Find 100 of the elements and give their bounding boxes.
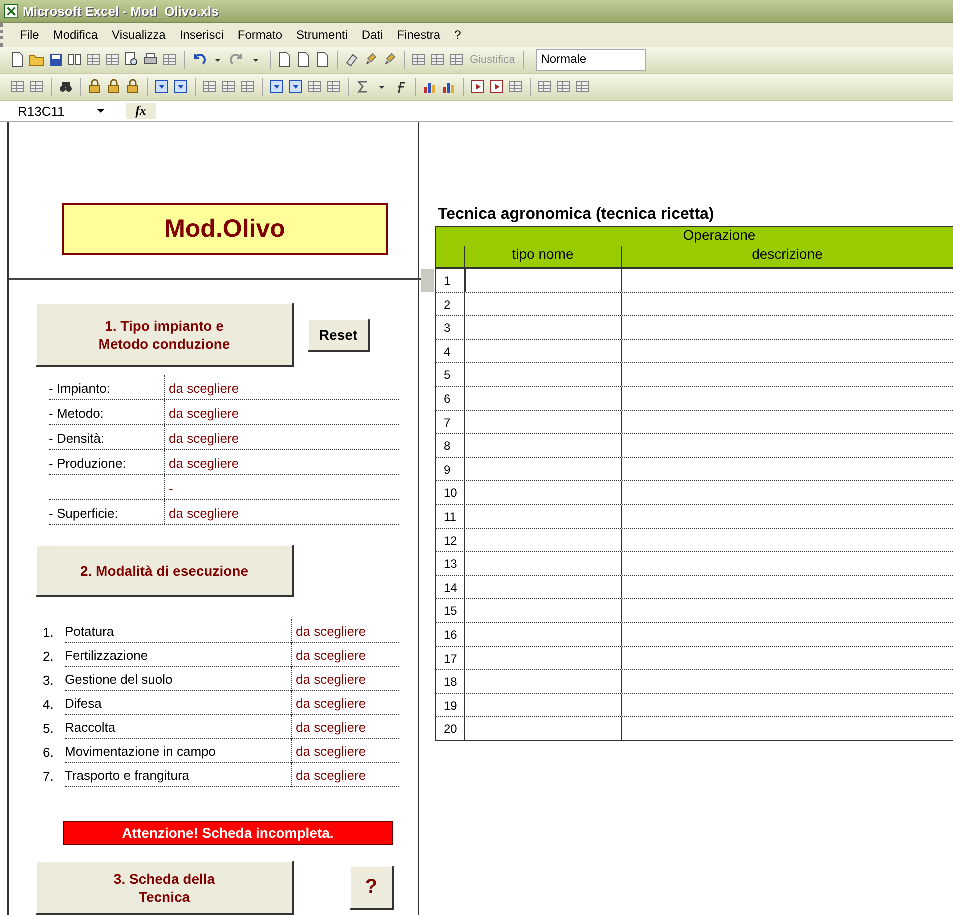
grid-icon[interactable] — [326, 79, 342, 95]
spreadsheet-icon — [4, 4, 19, 18]
table-title: Tecnica agronomica (tecnica ricetta) — [437, 206, 716, 225]
binoculars-icon[interactable] — [58, 79, 74, 95]
menu-item[interactable]: Modifica — [46, 28, 106, 42]
window-title: Microsoft Excel - Mod_Olivo.xls — [23, 4, 219, 18]
field-value[interactable]: da scegliere — [164, 450, 399, 474]
menu-item[interactable]: Strumenti — [290, 28, 355, 42]
grid-icon[interactable] — [556, 79, 572, 95]
padlock-icon[interactable] — [87, 79, 103, 95]
field-value[interactable]: da scegliere — [291, 739, 399, 763]
section-button[interactable]: 3. Scheda della Tecnica — [36, 861, 294, 915]
eraser-icon[interactable] — [344, 52, 360, 68]
play-icon[interactable] — [489, 79, 505, 95]
field-value[interactable]: - — [164, 475, 399, 499]
row-number: 17 — [443, 650, 458, 668]
row-number: 18 — [443, 674, 458, 692]
field-value[interactable]: da scegliere — [291, 667, 399, 691]
grid-icon[interactable] — [449, 52, 465, 68]
field-label: - Metodo: — [49, 406, 105, 423]
field-label: - Superficie: — [49, 506, 120, 523]
warning-banner: Attenzione! Scheda incompleta. — [63, 821, 393, 845]
document-icon[interactable] — [10, 52, 26, 68]
menu-item[interactable]: Dati — [354, 28, 390, 42]
field-value[interactable]: da scegliere — [164, 425, 399, 449]
field-value[interactable]: da scegliere — [164, 500, 399, 524]
field-value[interactable]: da scegliere — [164, 400, 399, 424]
field-label: Raccolta — [65, 720, 291, 739]
menu-item[interactable]: Inserisci — [172, 28, 231, 42]
row-number: 19 — [443, 698, 458, 715]
field-value[interactable]: da scegliere — [164, 375, 399, 399]
section-button[interactable]: 1. Tipo impianto e Metodo conduzione — [36, 303, 294, 367]
caret-icon[interactable] — [96, 106, 106, 116]
menu-item[interactable]: Formato — [230, 28, 290, 42]
item-number: 2. — [43, 649, 55, 666]
field-label: Movimentazione in campo — [65, 744, 291, 763]
field-label: - Impianto: — [49, 381, 112, 398]
document-icon[interactable] — [315, 52, 331, 68]
column-header: tipo nome — [464, 246, 621, 267]
field-value[interactable]: da scegliere — [291, 643, 399, 667]
grid-icon[interactable] — [202, 79, 218, 95]
row-number: 4 — [443, 344, 452, 361]
document-icon[interactable] — [296, 52, 312, 68]
padlock-icon[interactable] — [125, 79, 141, 95]
function-symbol[interactable]: fx — [126, 103, 156, 119]
field-label: Difesa — [65, 696, 291, 715]
field-value[interactable]: da scegliere — [291, 763, 399, 787]
field-value[interactable]: da scegliere — [291, 691, 399, 715]
row-number: 6 — [443, 390, 452, 408]
item-number: 3. — [43, 673, 55, 690]
padlock-icon[interactable] — [106, 79, 122, 95]
row-number: 9 — [443, 462, 452, 479]
grid-icon[interactable] — [575, 79, 591, 95]
field-label: Potatura — [65, 624, 291, 643]
grid-icon[interactable] — [411, 52, 427, 68]
play-icon[interactable] — [470, 79, 486, 95]
menu-item[interactable]: Finestra — [390, 28, 448, 42]
item-number: 1. — [43, 625, 55, 642]
menu-item[interactable]: ? — [448, 28, 468, 42]
document-icon[interactable] — [277, 52, 293, 68]
row-number: 12 — [443, 532, 458, 550]
row-number: 2 — [443, 296, 452, 314]
row-number: 1 — [443, 273, 452, 290]
grid-icon[interactable] — [537, 79, 553, 95]
field-value[interactable]: da scegliere — [291, 715, 399, 739]
row-number: 14 — [443, 580, 458, 597]
brush-icon[interactable] — [382, 52, 398, 68]
grid-icon[interactable] — [508, 79, 524, 95]
column-header: descrizione — [621, 246, 953, 267]
reset-button[interactable]: Reset — [308, 318, 370, 352]
brush-icon[interactable] — [363, 52, 379, 68]
grid-icon[interactable] — [86, 52, 102, 68]
field-value[interactable]: da scegliere — [291, 619, 399, 643]
magnifier-icon[interactable] — [124, 52, 140, 68]
row-number: 8 — [443, 438, 452, 456]
grid-icon[interactable] — [162, 52, 178, 68]
field-label: Gestione del suolo — [65, 672, 291, 691]
item-number: 6. — [43, 745, 55, 762]
section-button[interactable]: 2. Modalità di esecuzione — [36, 545, 294, 597]
style-dropdown[interactable]: Normale — [536, 49, 646, 71]
grid-icon[interactable] — [307, 79, 323, 95]
grid-icon[interactable] — [221, 79, 237, 95]
grid-icon[interactable] — [430, 52, 446, 68]
menu-item[interactable]: File — [13, 28, 46, 42]
row-number: 7 — [443, 414, 452, 432]
grid-icon[interactable] — [10, 79, 26, 95]
grid-icon[interactable] — [240, 79, 256, 95]
help-button[interactable]: ? — [350, 866, 394, 910]
row-number: 16 — [443, 626, 458, 644]
name-box[interactable]: R13C11 — [0, 104, 96, 118]
grid-icon[interactable] — [29, 79, 45, 95]
row-number: 3 — [443, 320, 452, 338]
row-number: 20 — [443, 721, 458, 738]
item-number: 4. — [43, 697, 55, 714]
item-number: 7. — [43, 769, 55, 786]
item-number: 5. — [43, 721, 55, 738]
menu-item[interactable]: Visualizza — [105, 28, 173, 42]
field-label: Trasporto e frangitura — [65, 768, 291, 787]
column-group-header: Operazione — [682, 227, 757, 245]
field-label: Fertilizzazione — [65, 648, 291, 667]
